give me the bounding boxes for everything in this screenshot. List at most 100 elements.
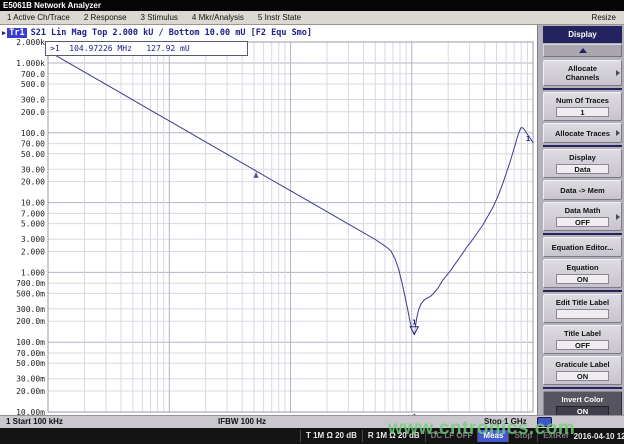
softkey-group-divider [543,145,622,147]
y-axis-label: 700.0m [16,279,45,288]
y-axis-label: 50.00 [21,150,45,159]
softkey-label: Allocate Traces [550,129,615,138]
softkey-equation[interactable]: Equation ON [543,259,622,288]
menu-item-5[interactable]: 5 Instr State [251,11,308,24]
y-axis-label: 3.000 [21,235,45,244]
y-axis-label: 10.00 [21,199,45,208]
softkey-value: ON [556,274,609,284]
resize-control[interactable]: Resize [592,13,624,22]
softkey-title-label[interactable]: Title Label OFF [543,325,622,354]
y-axis-label: 100.0 [21,129,45,138]
y-axis-label: 100.0m [16,338,45,347]
status-segment-r-1m-20-db: R 1M Ω 20 dB [362,430,425,442]
menu-item-3[interactable]: 3 Stimulus [134,11,185,24]
status-segment-stop: Stop [508,430,537,442]
start-frequency-label: 1 Start 100 kHz [6,417,63,426]
softkey-buttons: Allocate Channels Num Of Traces 1 Allocate … [543,59,622,421]
softkey-data-mem[interactable]: Data -> Mem [543,180,622,200]
softkey-label: Invert Color [550,395,615,404]
softkey-value: 1 [556,107,609,117]
y-axis-label: 200.0 [21,108,45,117]
y-axis-label: 20.00m [16,387,45,396]
plot-region: ▶ Tr1 S21 Lin Mag Top 2.000 kU / Bottom … [0,25,537,415]
y-axis-label: 70.00 [21,140,45,149]
y-axis-label: 300.0m [16,305,45,314]
y-axis-label: 500.0m [16,289,45,298]
y-axis-label: 70.00m [16,349,45,358]
menu-bar: 1 Active Ch/Trace2 Response3 Stimulus4 M… [0,11,624,25]
softkey-label: Display [550,153,615,162]
y-axis-label: 50.00m [16,359,45,368]
softkey-allocate-channels[interactable]: Allocate Channels [543,60,622,86]
window-title: E5061B Network Analyzer [3,1,101,10]
trace-info-bar[interactable]: ▶ Tr1 S21 Lin Mag Top 2.000 kU / Bottom … [2,26,312,39]
submenu-arrow-icon [616,130,620,136]
y-axis-label: 10.00m [16,408,45,415]
softkey-value: ON [556,371,609,381]
softkey-group-divider [543,88,622,90]
menu-item-1[interactable]: 1 Active Ch/Trace [0,11,77,24]
softkey-menu-title: Display [543,26,622,43]
y-axis-label: 2.000 [21,247,45,256]
softkey-label: Title Label [550,329,615,338]
y-axis-label: 1.000 [21,268,45,277]
menu-item-2[interactable]: 2 Response [77,11,134,24]
status-icon [537,417,552,427]
status-segment-extref: ExtRef [537,430,573,442]
softkey-data-math[interactable]: Data MathOFF [543,202,622,231]
softkey-label: Data Math [550,206,615,215]
datetime-label: 2016-04-10 12:36 [574,432,624,441]
y-axis-label: 700.0 [21,70,45,79]
softkey-num-of-traces[interactable]: Num Of Traces 1 [543,92,622,121]
menu-item-4[interactable]: 4 Mkr/Analysis [185,11,251,24]
softkey-value [556,309,609,319]
status-segment-dc-lf-off: DC LF OFF [425,430,478,442]
y-axis-label: 5.000 [21,220,45,229]
softkey-equation-editor[interactable]: Equation Editor... [543,237,622,257]
y-axis-label: 500.0 [21,80,45,89]
softkey-label: Num Of Traces [550,96,615,105]
status-segment-t-1m-20-db: T 1M Ω 20 dB [300,430,362,442]
submenu-arrow-icon [616,214,620,220]
y-axis-label: 30.00m [16,375,45,384]
softkey-allocate-traces[interactable]: Allocate Traces [543,123,622,143]
softkey-label: Graticule Label [550,360,615,369]
instrument-status-bar: T 1M Ω 20 dBR 1M Ω 20 dBDC LF OFFMeasSto… [0,428,624,444]
analyzer-screen: E5061B Network Analyzer 1 Active Ch/Trac… [0,0,624,444]
menu-items: 1 Active Ch/Trace2 Response3 Stimulus4 M… [0,11,308,24]
active-trace-arrow-icon: ▶ [2,29,6,37]
graph: 2.000k 1.000k 700.0500.0 300.0 200.0 100.0 70.… [0,25,537,415]
status-segment-meas: Meas [477,430,508,442]
softkey-scroll-up[interactable] [543,44,622,57]
softkey-label: Allocate Channels [550,64,615,82]
trace-end-number: 1 [526,135,530,143]
stimulus-status-bar: 1 Start 100 kHz IFBW 100 Hz Stop 1 GHz [0,415,624,428]
softkey-label: Equation Editor... [550,243,615,252]
y-axis-label: 7.000 [21,209,45,218]
marker-1-number: 1 [412,319,416,327]
marker-readout: >1 104.97226 MHz 127.92 mU [45,41,248,56]
softkey-label: Data -> Mem [550,186,615,195]
status-segments: T 1M Ω 20 dBR 1M Ω 20 dBDC LF OFFMeasSto… [300,428,574,444]
scroll-up-icon [579,48,587,53]
y-axis-label: 1.000k [16,59,45,68]
softkey-group-divider [543,290,622,292]
softkey-label: Edit Title Label [550,298,615,307]
y-axis-label: 2.000k [16,38,45,47]
y-axis-label: 300.0 [21,96,45,105]
softkey-group-divider [543,233,622,235]
trace-settings-text: S21 Lin Mag Top 2.000 kU / Bottom 10.00 … [31,28,312,38]
trace-number-chip: Tr1 [7,28,26,38]
softkey-group-divider [543,387,622,389]
submenu-arrow-icon [616,70,620,76]
softkey-label: Equation [550,263,615,272]
softkey-display[interactable]: DisplayData [543,149,622,178]
ifbw-label: IFBW 100 Hz [218,417,266,426]
window-title-bar: E5061B Network Analyzer [0,0,624,11]
softkey-edit-title-label[interactable]: Edit Title Label [543,294,622,323]
softkey-value: OFF [556,340,609,350]
softkey-graticule-label[interactable]: Graticule Label ON [543,356,622,385]
y-axis-label: 200.0m [16,317,45,326]
stop-frequency-label: Stop 1 GHz [484,417,527,426]
y-axis-label: 30.00 [21,165,45,174]
